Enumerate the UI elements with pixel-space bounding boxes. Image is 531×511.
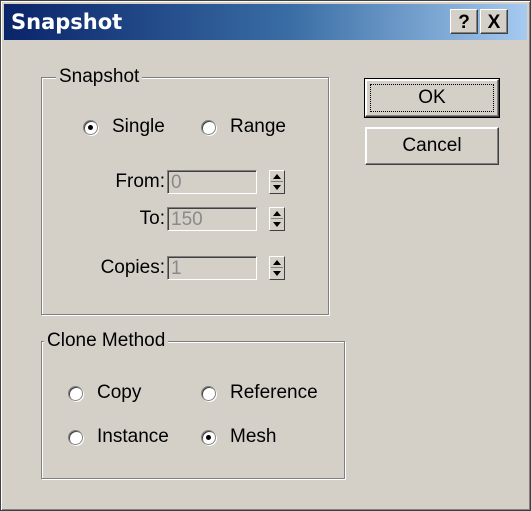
spin-up-icon[interactable] [273, 174, 281, 179]
to-field[interactable]: 150 [167, 207, 257, 231]
instance-radio-indicator[interactable] [68, 429, 83, 445]
instance-radio-label: Instance [97, 426, 169, 447]
from-spinner[interactable] [269, 170, 285, 194]
copy-radio-indicator[interactable] [68, 385, 83, 401]
snapshot-dialog: Snapshot ? X Snapshot Single Range From:… [0, 0, 531, 511]
spinner-divider [271, 181, 283, 182]
spin-up-icon[interactable] [273, 260, 281, 265]
range-radio[interactable]: Range [201, 116, 286, 138]
copy-radio-label: Copy [97, 382, 142, 403]
instance-radio[interactable]: Instance [68, 426, 169, 448]
spin-down-icon[interactable] [273, 271, 281, 276]
copies-label: Copies: [100, 257, 165, 278]
mesh-radio-label: Mesh [230, 426, 277, 447]
close-button[interactable]: X [480, 9, 508, 34]
spin-up-icon[interactable] [273, 211, 281, 216]
spinner-divider [271, 267, 283, 268]
help-button[interactable]: ? [450, 9, 478, 34]
ok-button[interactable]: OK [364, 78, 500, 118]
clone-method-groupbox: Clone Method Copy Reference Instance Mes… [41, 330, 345, 479]
mesh-radio-indicator[interactable] [201, 429, 216, 445]
snapshot-group-label: Snapshot [56, 66, 143, 88]
to-spinner[interactable] [269, 207, 285, 231]
mesh-radio[interactable]: Mesh [201, 426, 276, 448]
copies-spinner[interactable] [269, 256, 285, 280]
spin-down-icon[interactable] [273, 185, 281, 190]
single-radio[interactable]: Single [83, 116, 165, 138]
single-radio-indicator[interactable] [83, 119, 98, 135]
snapshot-groupbox: Snapshot Single Range From: 0 To: 150 Co… [41, 66, 329, 315]
reference-radio[interactable]: Reference [201, 382, 318, 404]
copy-radio[interactable]: Copy [68, 382, 141, 404]
from-field[interactable]: 0 [167, 170, 257, 194]
window-title: Snapshot [11, 10, 123, 34]
reference-radio-indicator[interactable] [201, 385, 216, 401]
clone-method-group-label: Clone Method [44, 330, 169, 352]
range-radio-indicator[interactable] [201, 119, 216, 135]
reference-radio-label: Reference [230, 382, 318, 403]
title-bar: Snapshot ? X [4, 4, 527, 40]
to-label: To: [139, 208, 165, 229]
ok-button-label: OK [370, 84, 494, 112]
cancel-button[interactable]: Cancel [365, 127, 499, 165]
copies-field[interactable]: 1 [167, 256, 257, 280]
spinner-divider [271, 218, 283, 219]
from-label: From: [115, 171, 165, 192]
spin-down-icon[interactable] [273, 222, 281, 227]
single-radio-label: Single [112, 116, 165, 137]
range-radio-label: Range [230, 116, 286, 137]
